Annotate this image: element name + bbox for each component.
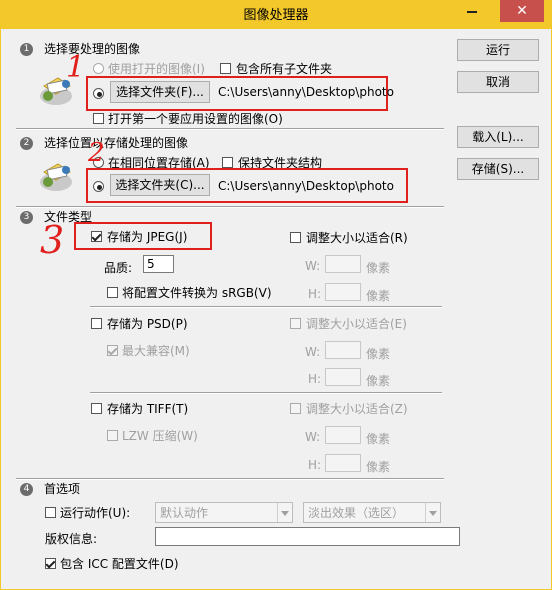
run-button[interactable]: 运行: [457, 39, 539, 61]
section2-heading: 选择位置以存储处理的图像: [44, 136, 189, 150]
copyright-input[interactable]: [155, 527, 460, 546]
section4-heading: 首选项: [44, 482, 81, 496]
psd-width-input[interactable]: [325, 341, 361, 359]
keep-structure-checkbox[interactable]: [222, 157, 233, 168]
action-select[interactable]: 淡出效果（选区）: [303, 502, 441, 523]
chevron-down-icon: [425, 503, 440, 522]
tiff-width-unit: 像素: [366, 432, 391, 446]
tiff-resize-label: 调整大小以适合(Z): [306, 402, 408, 416]
convert-srgb-label: 将配置文件转换为 sRGB(V): [122, 286, 272, 300]
psd-height-unit: 像素: [366, 374, 391, 388]
chevron-down-icon: [277, 503, 292, 522]
jpeg-height-unit: 像素: [366, 289, 391, 303]
save-as-tiff-label: 存储为 TIFF(T): [107, 402, 189, 416]
cancel-button[interactable]: 取消: [457, 71, 539, 93]
run-action-label: 运行动作(U):: [60, 506, 131, 520]
choose-destination-radio[interactable]: [93, 181, 104, 192]
save-button[interactable]: 存储(S)...: [457, 158, 539, 180]
psd-height-input[interactable]: [325, 368, 361, 386]
tiff-width-label: W:: [305, 430, 321, 444]
annotation-three: 3: [40, 218, 65, 262]
lzw-compression-checkbox[interactable]: [107, 430, 118, 441]
use-open-images-radio[interactable]: [93, 63, 104, 74]
destination-folder-path: C:\Users\anny\Desktop\photo: [218, 179, 394, 193]
copyright-label: 版权信息:: [45, 532, 98, 546]
tiff-height-input[interactable]: [325, 454, 361, 472]
maximize-compat-checkbox[interactable]: [107, 345, 118, 356]
include-subfolders-checkbox[interactable]: [220, 63, 231, 74]
jpeg-height-label: H:: [308, 287, 322, 301]
psd-width-label: W:: [305, 345, 321, 359]
choose-folder-radio[interactable]: [93, 88, 104, 99]
open-first-image-label: 打开第一个要应用设置的图像(O): [108, 112, 283, 126]
choose-source-folder-button[interactable]: 选择文件夹(F)...: [110, 81, 210, 103]
maximize-compat-label: 最大兼容(M): [122, 344, 190, 358]
save-as-tiff-checkbox[interactable]: [91, 403, 102, 414]
close-button[interactable]: ✕: [500, 0, 544, 22]
jpeg-width-unit: 像素: [366, 261, 391, 275]
action-set-value: 默认动作: [160, 506, 209, 520]
jpeg-height-input[interactable]: [325, 283, 361, 301]
divider: [16, 128, 444, 130]
tiff-width-input[interactable]: [325, 426, 361, 444]
section3-number: 3: [20, 211, 33, 224]
jpeg-width-label: W:: [305, 259, 321, 273]
jpeg-width-input[interactable]: [325, 255, 361, 273]
load-button[interactable]: 载入(L)...: [457, 126, 539, 148]
source-folder-path: C:\Users\anny\Desktop\photo: [218, 85, 394, 99]
save-as-jpeg-label: 存储为 JPEG(J): [107, 230, 188, 244]
lzw-compression-label: LZW 压缩(W): [122, 429, 198, 443]
psd-width-unit: 像素: [366, 347, 391, 361]
include-subfolders-label: 包含所有子文件夹: [236, 62, 333, 76]
jpeg-resize-checkbox[interactable]: [290, 232, 301, 243]
save-as-jpeg-checkbox[interactable]: [91, 231, 102, 242]
quality-input[interactable]: 5: [143, 255, 174, 273]
divider: [90, 306, 442, 308]
psd-height-label: H:: [308, 372, 322, 386]
section4-number: 4: [20, 483, 33, 496]
tiff-height-label: H:: [308, 458, 322, 472]
section2-number: 2: [20, 137, 33, 150]
action-set-select[interactable]: 默认动作: [155, 502, 293, 523]
tiff-resize-checkbox[interactable]: [290, 403, 301, 414]
save-as-psd-label: 存储为 PSD(P): [107, 317, 188, 331]
include-icc-label: 包含 ICC 配置文件(D): [60, 557, 179, 571]
psd-resize-label: 调整大小以适合(E): [306, 317, 407, 331]
folder-save-icon: [40, 163, 72, 191]
annotation-one: 1: [66, 50, 86, 85]
run-action-checkbox[interactable]: [45, 507, 56, 518]
quality-label: 品质:: [104, 261, 133, 275]
jpeg-resize-label: 调整大小以适合(R): [306, 231, 408, 245]
minimize-icon: [467, 11, 477, 13]
action-value: 淡出效果（选区）: [308, 506, 405, 520]
tiff-height-unit: 像素: [366, 460, 391, 474]
open-first-image-checkbox[interactable]: [93, 113, 104, 124]
psd-resize-checkbox[interactable]: [290, 318, 301, 329]
section1-number: 1: [20, 43, 33, 56]
section1-heading: 选择要处理的图像: [44, 42, 141, 56]
annotation-two: 2: [88, 138, 105, 168]
convert-srgb-checkbox[interactable]: [107, 287, 118, 298]
minimize-button[interactable]: [458, 0, 486, 22]
divider: [90, 392, 442, 394]
include-icc-checkbox[interactable]: [45, 558, 56, 569]
divider: [16, 478, 444, 480]
use-open-images-label: 使用打开的图像(I): [108, 62, 205, 76]
save-as-psd-checkbox[interactable]: [91, 318, 102, 329]
choose-destination-folder-button[interactable]: 选择文件夹(C)...: [110, 174, 210, 196]
